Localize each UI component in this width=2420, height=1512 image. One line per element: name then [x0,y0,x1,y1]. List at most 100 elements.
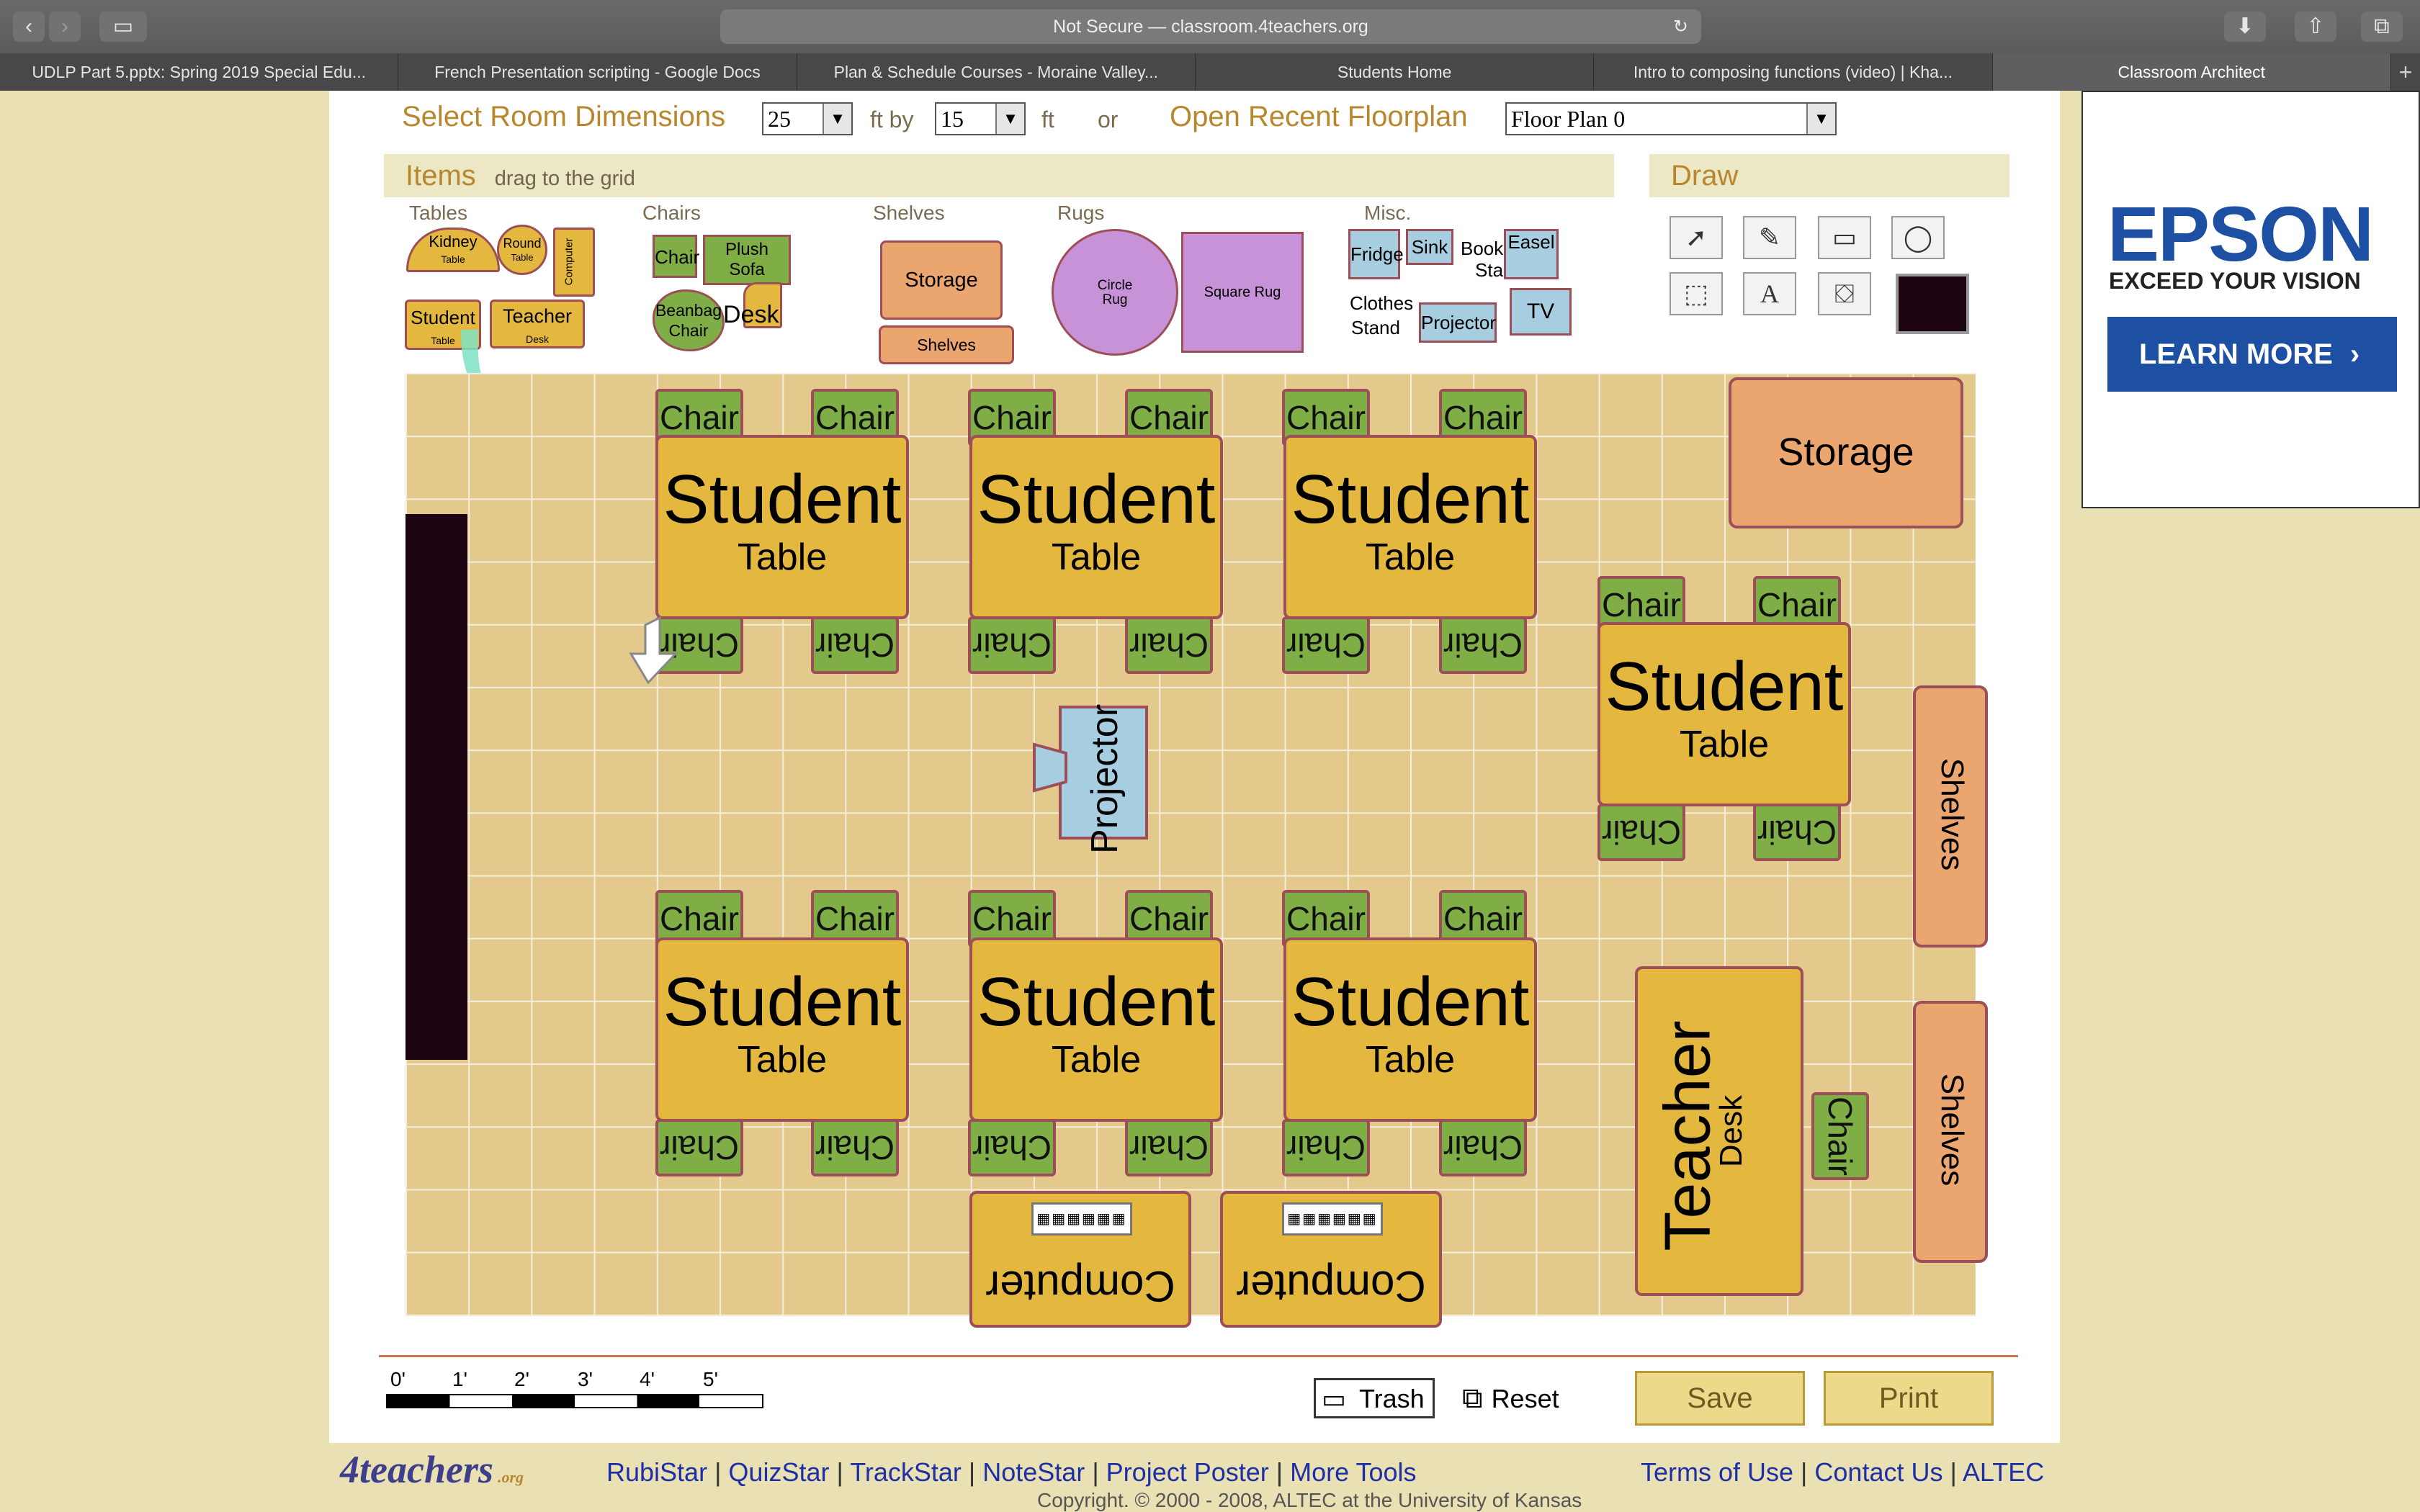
sidebar-toggle-icon[interactable]: ▭ [99,12,147,42]
ad-learn-more-button[interactable]: LEARN MORE › [2107,317,2397,392]
table-label: Table [1051,536,1142,578]
chair-r2b-3[interactable]: Chair [968,1119,1056,1176]
chair-r2b-5[interactable]: Chair [1282,1119,1370,1176]
brush-tool-icon[interactable]: ✎ [1743,216,1796,259]
share-icon[interactable]: ⇧ [2295,12,2336,42]
items-panel-header: Items drag to the grid [384,154,1614,197]
scale-mark: 0' [390,1368,405,1390]
trash-button[interactable]: ▭ Trash [1314,1378,1435,1418]
chair-r2b-2[interactable]: Chair [811,1119,899,1176]
computer-table-2[interactable]: ▦▦▦▦▦▦ Computer [1220,1191,1442,1328]
print-button[interactable]: Print [1824,1371,1994,1426]
projector[interactable]: Projector [1059,704,1148,854]
table-label: Table [1365,1039,1456,1081]
link-trackstar[interactable]: TrackStar [850,1457,962,1487]
floorplan-select[interactable]: Floor Plan 0 ▼ [1505,102,1837,135]
category-misc: Misc. [1364,202,1412,224]
palette-chair[interactable]: Chair [653,235,699,278]
address-bar[interactable]: Not Secure — classroom.4teachers.org ↻ [720,9,1701,44]
palette-circle-rug[interactable]: Circle Rug [1052,229,1178,356]
tab-khan[interactable]: Intro to composing functions (video) | K… [1594,53,1993,91]
drawn-wall[interactable] [405,514,467,1060]
shelves-lower[interactable]: Shelves [1913,1001,1988,1263]
palette-computer-table[interactable]: Computer [553,228,595,297]
link-rubistar[interactable]: RubiStar [606,1457,707,1487]
height-value: 15 [941,106,964,132]
chair-r1b-3[interactable]: Chair [968,616,1056,674]
chair-r2b-6[interactable]: Chair [1439,1119,1527,1176]
palette-clothes-label: Clothes [1350,292,1414,314]
new-tab-button[interactable]: + [2391,53,2420,91]
link-notestar[interactable]: NoteStar [982,1457,1085,1487]
text-tool-icon[interactable]: A [1743,272,1796,315]
palette-plush-label: Plush [725,240,769,259]
palette-clothes-stand[interactable]: Clothes Stand [1350,291,1413,340]
save-button[interactable]: Save [1635,1371,1805,1426]
link-quizstar[interactable]: QuizStar [728,1457,829,1487]
tab-students-home[interactable]: Students Home [1196,53,1595,91]
chair-r1b-5[interactable]: Chair [1282,616,1370,674]
reload-icon[interactable]: ↻ [1673,9,1688,44]
tab-schedule[interactable]: Plan & Schedule Courses - Moraine Valley… [797,53,1196,91]
student-table-2[interactable]: Student Table [969,435,1223,619]
palette-beanbag-chair[interactable]: Beanbag Chair [653,289,725,351]
teacher-chair[interactable]: Chair [1811,1092,1869,1180]
student-table-7[interactable]: Student Table [1597,622,1851,806]
student-table-6[interactable]: Student Table [1283,937,1537,1122]
link-altec[interactable]: ALTEC [1963,1457,2044,1487]
fill-tool-icon[interactable]: ⛋ [1818,272,1871,315]
palette-round-table[interactable]: Round Table [497,225,547,275]
link-contact[interactable]: Contact Us [1814,1457,1942,1487]
link-more-tools[interactable]: More Tools [1290,1457,1416,1487]
width-select[interactable]: 25 ▼ [762,102,853,135]
palette-clothes-label2: Stand [1351,317,1400,338]
reset-icon: ⧉ [1462,1382,1483,1414]
pointer-tool-icon[interactable]: ➚ [1670,216,1723,259]
student-table-5[interactable]: Student Table [969,937,1223,1122]
chair-r2b-1[interactable]: Chair [655,1119,743,1176]
link-terms[interactable]: Terms of Use [1641,1457,1793,1487]
shelves-upper[interactable]: Shelves [1913,685,1988,948]
projector-label: Projector [1084,703,1126,855]
student-table-1[interactable]: Student Table [655,435,909,619]
chair-right-3[interactable]: Chair [1597,804,1685,861]
4teachers-logo[interactable]: 4teachers .org [340,1447,524,1492]
downloads-icon[interactable]: ⬇ [2224,12,2266,42]
select-area-tool-icon[interactable]: ⬚ [1670,272,1723,315]
reset-button[interactable]: ⧉ Reset [1462,1378,1559,1418]
student-table-4[interactable]: Student Table [655,937,909,1122]
palette-fridge[interactable]: Fridge [1348,229,1404,279]
teacher-desk[interactable]: Teacher Desk [1635,966,1803,1296]
tabs-overview-icon[interactable]: ⧉ [2361,12,2403,42]
link-project-poster[interactable]: Project Poster [1106,1457,1269,1487]
chair-r1b-4[interactable]: Chair [1125,616,1213,674]
chair-r2b-4[interactable]: Chair [1125,1119,1213,1176]
palette-beanbag-label: Beanbag [655,301,722,320]
palette-square-rug[interactable]: Square Rug [1181,232,1304,353]
palette-storage[interactable]: Storage [880,240,1003,320]
palette-plush-sofa[interactable]: Plush Sofa [703,235,791,285]
circle-tool-icon[interactable]: ◯ [1891,216,1945,259]
palette-tv[interactable]: TV [1510,288,1572,336]
tab-udlp[interactable]: UDLP Part 5.pptx: Spring 2019 Special Ed… [0,53,399,91]
storage-unit[interactable]: Storage [1729,377,1963,528]
computer-table-1[interactable]: ▦▦▦▦▦▦ Computer [969,1191,1191,1328]
student-table-3[interactable]: Student Table [1283,435,1537,619]
chair-r1b-2[interactable]: Chair [811,616,899,674]
palette-shelves[interactable]: Shelves [879,325,1014,364]
epson-ad[interactable]: EPSON EXCEED YOUR VISION LEARN MORE › [2081,91,2420,508]
forward-button[interactable]: › [49,12,81,42]
tab-classroom-architect[interactable]: Classroom Architect [1992,53,2391,91]
chair-right-4[interactable]: Chair [1753,804,1841,861]
chevron-down-icon: ▼ [995,104,1024,134]
rectangle-tool-icon[interactable]: ▭ [1818,216,1871,259]
height-select[interactable]: 15 ▼ [935,102,1026,135]
palette-projector[interactable]: Projector [1419,302,1497,343]
rotate-handle-icon[interactable] [628,615,686,687]
back-button[interactable]: ‹ [13,12,45,42]
color-swatch[interactable] [1896,274,1969,334]
palette-sink[interactable]: Sink [1406,229,1453,265]
tab-french[interactable]: French Presentation scripting - Google D… [398,53,797,91]
palette-easel[interactable]: Easel [1504,229,1559,279]
chair-r1b-6[interactable]: Chair [1439,616,1527,674]
